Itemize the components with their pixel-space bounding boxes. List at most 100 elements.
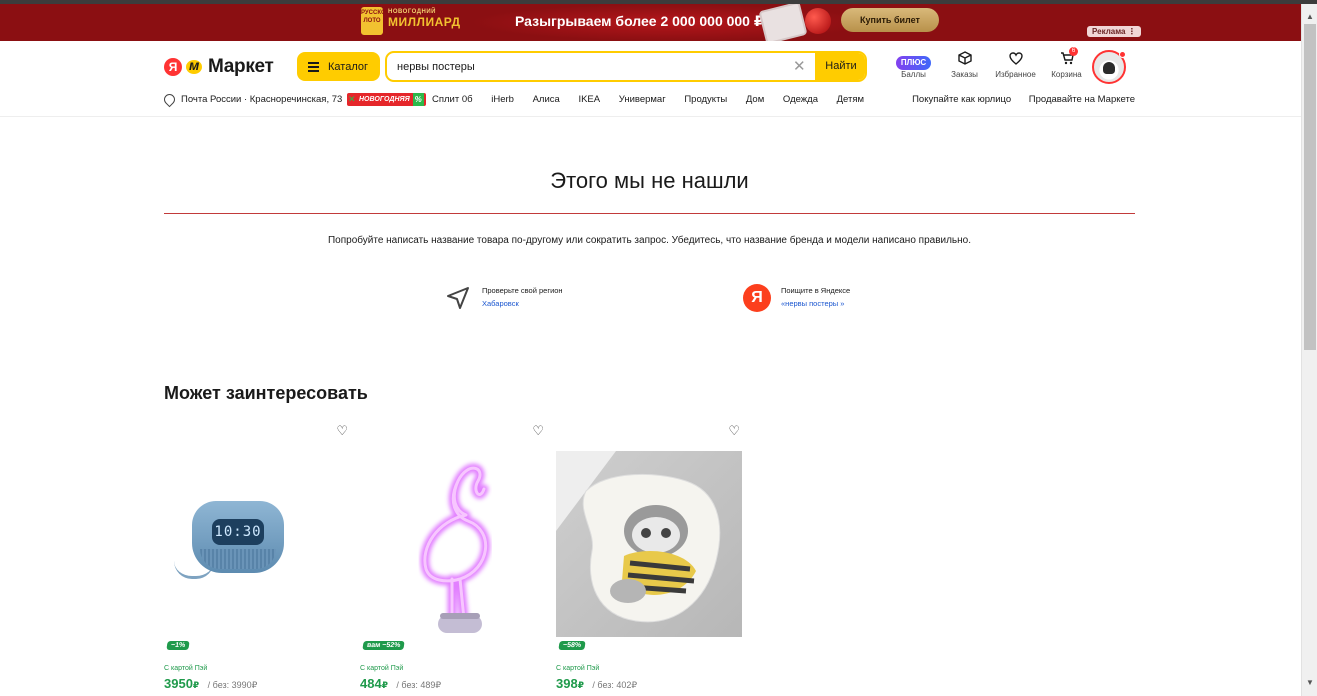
phone-image <box>758 4 808 41</box>
nav-link-kids[interactable]: Детям <box>837 94 864 105</box>
buy-ticket-button[interactable]: Купить билет <box>841 8 939 32</box>
search-button[interactable]: Найти <box>815 53 865 80</box>
cat-rug-image <box>556 451 721 623</box>
smart-speaker-image: 10:30 <box>192 501 284 573</box>
business-links: Покупайте как юрлицо Продавайте на Марке… <box>897 94 1135 105</box>
ad-label-text: Реклама <box>1092 27 1126 36</box>
banner-promo-text: Разыгрываем более 2 000 000 000 ₽ <box>515 13 764 29</box>
speaker-screen: 10:30 <box>212 519 264 545</box>
discount-badge: −58% <box>558 641 586 650</box>
user-avatar[interactable] <box>1092 50 1126 84</box>
product-price: 3950₽ / без: 3990₽ <box>164 675 257 693</box>
cart-button[interactable]: 6 Корзина <box>1041 47 1092 79</box>
not-found-title: Этого мы не нашли <box>550 168 749 193</box>
flamingo-lamp-image <box>420 463 490 633</box>
nav-link-iherb[interactable]: iHerb <box>491 94 514 105</box>
recommend-title: Может заинтересовать <box>164 383 368 403</box>
location-text: Почта России · Красноречинская, 73 <box>181 94 343 105</box>
pay-card-label: С картой Пэй <box>556 665 600 672</box>
page-scrollbar[interactable]: ▲ ▼ <box>1301 4 1317 696</box>
yandex-logo-icon: Я <box>164 58 182 76</box>
product-card[interactable]: ♡ −58% С картой Пэй 398₽ / без: 402₽ <box>556 420 742 696</box>
cart-label: Корзина <box>1051 70 1082 79</box>
price-currency: ₽ <box>381 680 388 690</box>
points-label: Баллы <box>901 70 926 79</box>
sub-navigation: Почта России · Красноречинская, 73 НОВОГ… <box>161 91 1135 108</box>
heart-icon <box>990 50 1041 70</box>
ad-banner[interactable]: РУССКОЕ ЛОТО НОВОГОДНИЙ МИЛЛИАРД Разыгры… <box>0 4 1301 41</box>
lotto-name: МИЛЛИАРД <box>388 15 461 29</box>
delivery-location[interactable]: Почта России · Красноречинская, 73 <box>161 91 343 108</box>
favorite-heart-icon[interactable]: ♡ <box>728 423 740 439</box>
region-link[interactable]: Хабаровск <box>482 299 563 308</box>
not-found-divider <box>164 213 1135 214</box>
market-logo[interactable]: Я Маркет <box>164 56 274 78</box>
yandex-icon: Я <box>743 284 771 312</box>
catalog-label: Каталог <box>328 60 368 73</box>
nav-link-products[interactable]: Продукты <box>684 94 727 105</box>
cart-count-badge: 6 <box>1069 47 1078 56</box>
old-price: / без: 489₽ <box>396 680 442 690</box>
price-value: 398 <box>556 676 578 691</box>
product-price: 398₽ / без: 402₽ <box>556 675 637 693</box>
market-mark-icon <box>184 57 204 76</box>
logo-word: Маркет <box>208 56 274 77</box>
plus-badge-icon: ПЛЮС <box>895 56 932 70</box>
not-found-hint: Попробуйте написать название товара по-д… <box>327 235 972 246</box>
search-bar: ✕ Найти <box>385 51 867 82</box>
cart-icon: 6 <box>1041 47 1092 70</box>
notification-dot <box>1119 51 1126 58</box>
nav-link-ikea[interactable]: IKEA <box>578 94 600 105</box>
orders-button[interactable]: Заказы <box>939 50 990 79</box>
old-price: / без: 402₽ <box>592 680 638 690</box>
tip-check-region: Проверьте свой регион Хабаровск <box>444 284 563 312</box>
sell-on-market-link[interactable]: Продавайте на Маркете <box>1029 94 1135 105</box>
lotto-title: НОВОГОДНИЙ МИЛЛИАРД <box>388 9 461 29</box>
scroll-down-icon[interactable]: ▼ <box>1305 678 1315 688</box>
tip-yandex-title: Поищите в Яндексе <box>781 286 851 295</box>
navigation-arrow-icon <box>444 284 472 312</box>
buy-as-business-link[interactable]: Покупайте как юрлицо <box>912 94 1011 105</box>
search-input[interactable] <box>397 58 777 76</box>
nav-link-split[interactable]: Сплит 0б <box>432 94 473 105</box>
burger-icon <box>308 62 319 72</box>
price-value: 3950 <box>164 676 193 691</box>
header-actions: ПЛЮС Баллы Заказы Избранное 6 Корзина <box>888 47 1092 79</box>
nav-link-home[interactable]: Дом <box>746 94 764 105</box>
tip-region-title: Проверьте свой регион <box>482 286 563 295</box>
speaker-grille <box>200 549 276 569</box>
discount-badge: −1% <box>166 641 190 650</box>
location-pin-icon <box>161 91 178 108</box>
clear-icon[interactable]: ✕ <box>793 57 806 75</box>
more-icon: ⋮ <box>1127 27 1136 36</box>
nav-link-clothes[interactable]: Одежда <box>783 94 818 105</box>
box-icon <box>939 50 990 70</box>
scrollbar-thumb[interactable] <box>1304 24 1316 350</box>
points-button[interactable]: ПЛЮС Баллы <box>888 50 939 79</box>
product-card[interactable]: ♡ 10:30 −1% С картой Пэй 3950₽ / без: 39… <box>164 420 350 696</box>
discount-badge: вам −52% <box>362 641 405 650</box>
favorite-heart-icon[interactable]: ♡ <box>532 423 544 439</box>
yandex-search-link[interactable]: «нервы постеры » <box>781 299 850 308</box>
orders-label: Заказы <box>951 70 978 79</box>
product-card[interactable]: ♡ вам −52% С картой Пэй 484₽ / без: 489₽ <box>360 420 546 696</box>
favorite-heart-icon[interactable]: ♡ <box>336 423 348 439</box>
product-image-flamingo-lamp[interactable] <box>360 451 546 637</box>
nav-link-univermag[interactable]: Универмаг <box>619 94 666 105</box>
site-header: Я Маркет Каталог ✕ Найти ПЛЮС Баллы Зака… <box>0 41 1301 117</box>
catalog-button[interactable]: Каталог <box>297 52 380 81</box>
scroll-up-icon[interactable]: ▲ <box>1305 12 1315 22</box>
old-price: / без: 3990₽ <box>207 680 258 690</box>
price-currency: ₽ <box>192 680 200 690</box>
nav-link-alisa[interactable]: Алиса <box>533 94 560 105</box>
product-image-speaker[interactable]: 10:30 <box>164 451 350 637</box>
tip-search-yandex: Я Поищите в Яндексе «нервы постеры » <box>743 284 850 312</box>
product-price: 484₽ / без: 489₽ <box>360 675 441 693</box>
product-image-cat-rug[interactable] <box>556 451 742 637</box>
ad-label[interactable]: Реклама ⋮ <box>1087 26 1141 37</box>
price-currency: ₽ <box>577 680 584 690</box>
new-year-sale-badge[interactable]: НОВОГОДНЯЯ <box>347 93 426 106</box>
favorites-button[interactable]: Избранное <box>990 50 1041 79</box>
ornament-ball-image <box>805 8 831 34</box>
price-value: 484 <box>360 676 382 691</box>
